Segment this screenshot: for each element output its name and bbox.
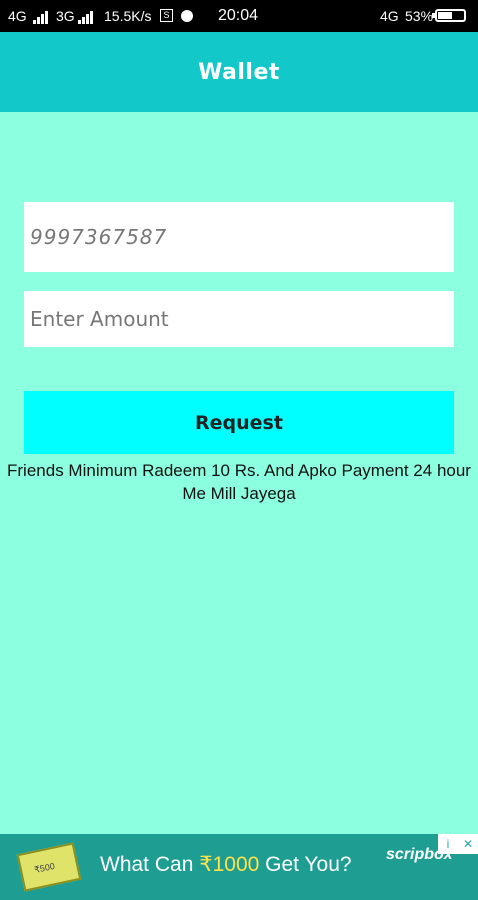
amount-input[interactable] bbox=[24, 291, 454, 347]
ad-close-icon[interactable]: ✕ bbox=[458, 834, 478, 854]
network-3g-label: 3G bbox=[56, 8, 75, 24]
page-title: Wallet bbox=[198, 59, 280, 85]
ad-headline-post: Get You? bbox=[259, 853, 352, 876]
phone-number-value: 9997367587 bbox=[30, 225, 168, 249]
network-speed: 15.5K/s bbox=[104, 8, 152, 24]
request-button-label: Request bbox=[195, 411, 283, 434]
signal-icon bbox=[78, 8, 94, 24]
chrome-icon bbox=[181, 10, 193, 22]
signal-icon bbox=[33, 8, 49, 24]
app-bar: Wallet bbox=[0, 32, 478, 112]
clock: 20:04 bbox=[218, 7, 259, 24]
money-ticket-icon: ₹500 bbox=[16, 842, 82, 892]
ad-headline: What Can ₹1000 Get You? bbox=[100, 852, 352, 877]
ad-headline-amount: ₹1000 bbox=[199, 853, 260, 876]
info-text: Friends Minimum Radeem 10 Rs. And Apko P… bbox=[7, 461, 471, 503]
ticket-label: ₹500 bbox=[33, 860, 56, 876]
battery-percent: 53% bbox=[405, 8, 434, 24]
battery-icon bbox=[432, 9, 466, 22]
request-button[interactable]: Request bbox=[24, 391, 454, 454]
network-4g-right-label: 4G bbox=[380, 8, 399, 24]
ad-info-icon[interactable]: i bbox=[438, 834, 458, 854]
ad-headline-pre: What Can bbox=[100, 853, 200, 876]
status-bar: 4G 3G 15.5K/s S 20:04 4G 53% bbox=[0, 0, 478, 32]
ad-banner[interactable]: ₹500 What Can ₹1000 Get You? scripbox i … bbox=[0, 834, 478, 900]
network-4g-label: 4G bbox=[8, 8, 27, 24]
notification-icon: S bbox=[160, 9, 173, 22]
phone-number-field[interactable]: 9997367587 bbox=[24, 202, 454, 272]
